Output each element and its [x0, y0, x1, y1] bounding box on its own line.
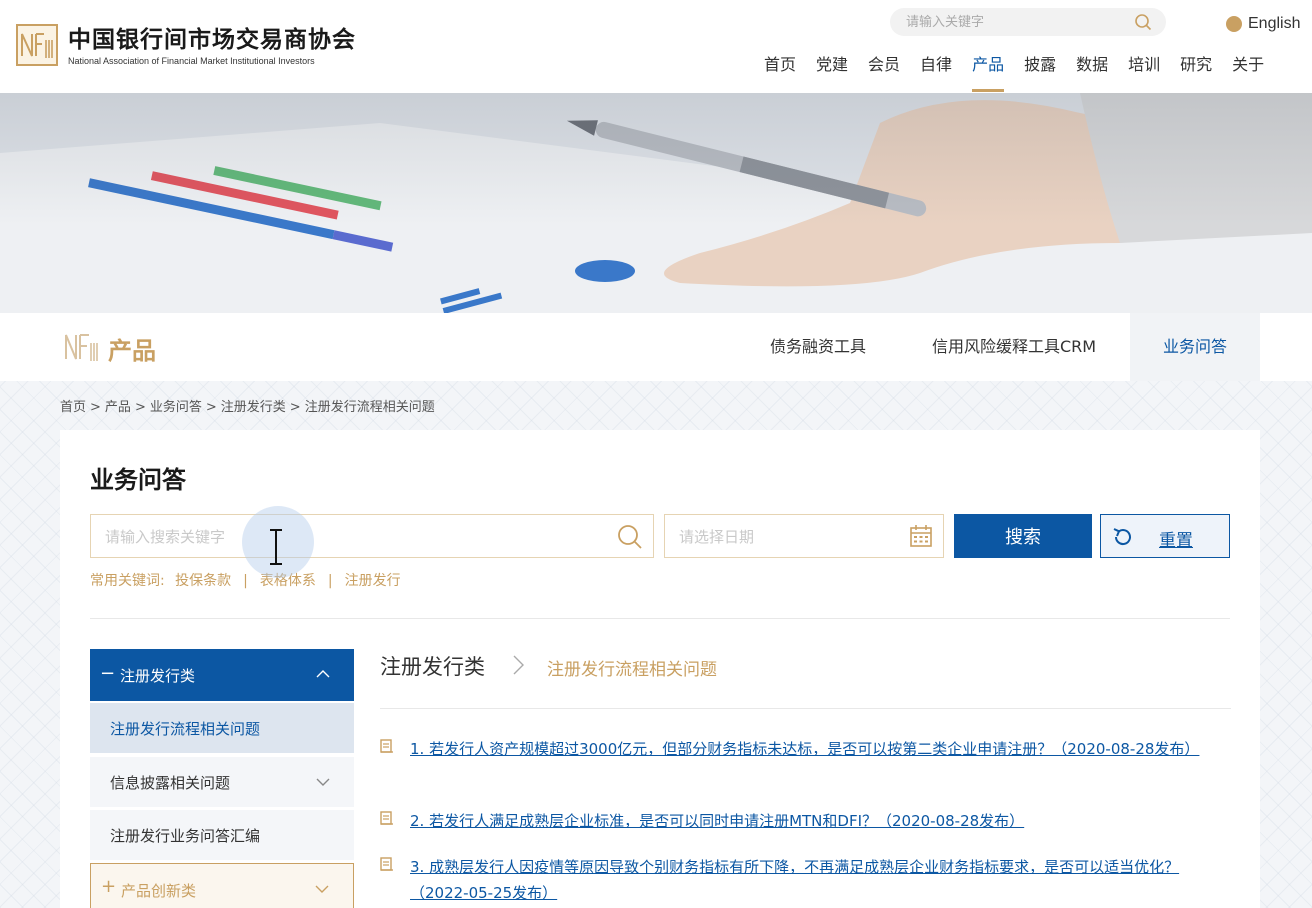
question-link[interactable]: 1. 若发行人资产规模超过3000亿元，但部分财务指标未达标，是否可以按第二类企…: [410, 736, 1230, 762]
tab-qa[interactable]: 业务问答: [1130, 313, 1260, 381]
date-picker[interactable]: [664, 514, 944, 558]
keyword-search-input[interactable]: [105, 526, 605, 548]
reset-button[interactable]: 重置: [1100, 514, 1230, 558]
nafmii-watermark-icon: [65, 334, 98, 361]
sidebar-item-disclosure[interactable]: 信息披露相关问题: [90, 757, 354, 807]
nav-party[interactable]: 党建: [816, 52, 848, 92]
breadcrumb-registration[interactable]: 注册发行类: [221, 400, 286, 415]
org-name-cn[interactable]: 中国银行间市场交易商协会: [68, 20, 356, 54]
sidebar-item-registration-process[interactable]: 注册发行流程相关问题: [90, 703, 354, 753]
sidebar-group-label[interactable]: 产品创新类: [121, 880, 196, 901]
banner-shade: [0, 93, 1312, 313]
refresh-icon: [1113, 528, 1131, 546]
globe-icon: [1226, 16, 1242, 32]
nafmii-logo-icon[interactable]: [16, 24, 58, 66]
sidebar-item-compilation[interactable]: 注册发行业务问答汇编: [90, 810, 354, 860]
breadcrumb-products[interactable]: 产品: [105, 400, 131, 415]
language-label[interactable]: English: [1248, 15, 1300, 33]
search-icon[interactable]: [1134, 13, 1152, 31]
breadcrumb-qa[interactable]: 业务问答: [150, 400, 202, 415]
page-title: 业务问答: [90, 466, 186, 494]
nav-training[interactable]: 培训: [1128, 52, 1160, 92]
search-icon[interactable]: [617, 524, 643, 550]
document-icon: [380, 857, 393, 871]
content-category: 注册发行类: [380, 655, 485, 679]
breadcrumb-home[interactable]: 首页: [60, 400, 86, 415]
sidebar-group-label[interactable]: 注册发行类: [120, 665, 195, 686]
nav-products[interactable]: 产品: [972, 52, 1005, 92]
keyword-search-box[interactable]: [90, 514, 654, 558]
search-button[interactable]: 搜索: [954, 514, 1092, 558]
reset-label[interactable]: 重置: [1159, 526, 1193, 551]
document-icon: [380, 811, 393, 825]
date-input[interactable]: [679, 526, 899, 548]
sidebar-item-label[interactable]: 信息披露相关问题: [110, 772, 230, 793]
hot-keywords-label: 常用关键词:: [90, 573, 165, 589]
content-divider: [380, 708, 1231, 709]
question-link[interactable]: 2. 若发行人满足成熟层企业标准，是否可以同时申请注册MTN和DFI？（2020…: [410, 808, 1230, 834]
hot-keyword[interactable]: 注册发行: [345, 573, 401, 589]
nav-self-regulation[interactable]: 自律: [920, 52, 952, 92]
sidebar-item-label[interactable]: 注册发行流程相关问题: [110, 718, 260, 739]
hero-banner: [0, 93, 1312, 313]
breadcrumb-current: 注册发行流程相关问题: [304, 400, 435, 415]
hot-keywords: 常用关键词: 投保条款 | 表格体系 | 注册发行: [90, 573, 401, 589]
sidebar-group-registration[interactable]: − 注册发行类: [90, 649, 354, 701]
top-search-box[interactable]: [890, 8, 1166, 36]
section-nav: [0, 313, 1312, 381]
org-name-en: National Association of Financial Market…: [68, 56, 315, 66]
breadcrumb: 首页 > 产品 > 业务问答 > 注册发行类 > 注册发行流程相关问题: [60, 400, 435, 415]
content-subcategory: 注册发行流程相关问题: [547, 660, 717, 680]
hot-keyword[interactable]: 投保条款: [175, 573, 231, 589]
section-title: 产品: [108, 337, 156, 365]
language-switch[interactable]: English: [1226, 13, 1300, 35]
section-divider: [90, 618, 1230, 619]
list-item: 1. 若发行人资产规模超过3000亿元，但部分财务指标未达标，是否可以按第二类企…: [380, 736, 1231, 792]
expand-plus-icon: +: [101, 876, 117, 897]
document-icon: [380, 739, 393, 753]
top-search-input[interactable]: [906, 12, 1126, 32]
site-header: 中国银行间市场交易商协会 National Association of Fin…: [0, 0, 1312, 93]
list-item: 3. 成熟层发行人因疫情等原因导致个别财务指标有所下降，不再满足成熟层企业财务指…: [380, 854, 1231, 908]
chevron-down-icon[interactable]: [316, 775, 330, 789]
question-link[interactable]: 3. 成熟层发行人因疫情等原因导致个别财务指标有所下降，不再满足成熟层企业财务指…: [410, 854, 1230, 906]
collapse-minus-icon: −: [100, 663, 116, 684]
sidebar-item-label[interactable]: 注册发行业务问答汇编: [110, 825, 260, 846]
tab-crm[interactable]: 信用风险缓释工具CRM: [932, 313, 1096, 381]
calendar-icon[interactable]: [909, 524, 933, 548]
list-item: 2. 若发行人满足成熟层企业标准，是否可以同时申请注册MTN和DFI？（2020…: [380, 808, 1231, 834]
nav-research[interactable]: 研究: [1180, 52, 1212, 92]
nav-data[interactable]: 数据: [1076, 52, 1108, 92]
chevron-down-icon[interactable]: [315, 882, 329, 896]
chevron-right-icon: [513, 655, 524, 675]
main-nav: 首页 党建 会员 自律 产品 披露 数据 培训 研究 关于: [764, 52, 1264, 92]
tab-debt-instruments[interactable]: 债务融资工具: [770, 313, 866, 381]
chevron-up-icon[interactable]: [316, 667, 330, 681]
nav-members[interactable]: 会员: [868, 52, 900, 92]
text-cursor-icon: [270, 529, 282, 565]
nav-about[interactable]: 关于: [1232, 52, 1264, 92]
nav-disclosure[interactable]: 披露: [1024, 52, 1056, 92]
nav-home[interactable]: 首页: [764, 52, 796, 92]
sidebar-group-innovation[interactable]: + 产品创新类: [90, 863, 354, 908]
